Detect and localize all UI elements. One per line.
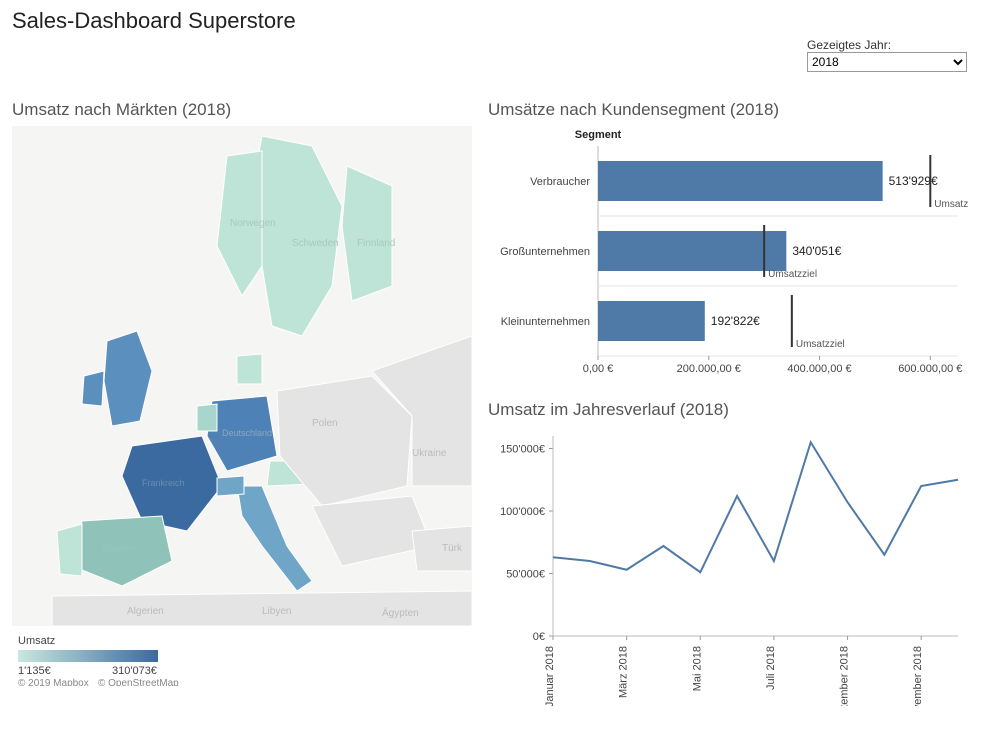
segment-target-label: Umsatzziel — [768, 269, 817, 280]
segment-x-tick: 600.000,00 € — [898, 363, 962, 375]
map-label: Polen — [312, 418, 338, 429]
page-title: Sales-Dashboard Superstore — [12, 8, 969, 34]
trend-x-tick: November 2018 — [912, 646, 924, 706]
map-country-ireland — [82, 371, 104, 406]
map-legend-max: 310'073€ — [112, 665, 157, 677]
map-chart[interactable]: Schweden Finnland Norwegen Polen Ukraine… — [12, 126, 472, 722]
map-country-finland — [342, 166, 392, 301]
trend-x-tick: Mai 2018 — [691, 646, 703, 691]
trend-y-tick: 50'000€ — [506, 569, 545, 581]
segment-row-label: Verbraucher — [530, 176, 590, 188]
map-label: Libyen — [262, 606, 291, 617]
map-legend-gradient — [18, 650, 158, 662]
segment-bar — [598, 301, 705, 341]
trend-x-tick: März 2018 — [618, 646, 630, 698]
map-label: Ägypten — [382, 607, 419, 619]
trend-x-tick: Januar 2018 — [544, 646, 556, 706]
map-label: Finnland — [357, 238, 395, 249]
trend-line — [553, 442, 958, 572]
trend-title: Umsatz im Jahresverlauf (2018) — [488, 400, 969, 420]
map-legend-min: 1'135€ — [18, 665, 51, 677]
map-label: Türk — [442, 543, 463, 554]
segment-row-label: Kleinunternehmen — [501, 316, 590, 328]
trend-x-tick: Juli 2018 — [765, 646, 777, 690]
segment-target-label: Umsatzziel — [796, 339, 845, 350]
trend-chart[interactable]: 0€ 50'000€ 100'000€ 150'000€ Januar 2018 März… — [488, 426, 968, 706]
map-country-dk — [237, 354, 262, 384]
year-filter-label: Gezeigtes Jahr: — [807, 38, 967, 52]
segment-bar — [598, 161, 883, 201]
map-label: Ukraine — [412, 448, 447, 459]
segment-title: Umsätze nach Kundensegment (2018) — [488, 100, 969, 120]
segment-x-tick: 400.000,00 € — [787, 363, 851, 375]
year-filter: Gezeigtes Jahr: 2018 — [807, 38, 967, 72]
map-country-ch — [217, 476, 244, 496]
segment-x-tick: 200.000,00 € — [677, 363, 741, 375]
segment-value-label: 340'051€ — [792, 244, 841, 258]
map-label: Frankreich — [142, 478, 185, 488]
trend-y-tick: 150'000€ — [500, 444, 545, 456]
trend-y-tick: 100'000€ — [500, 506, 545, 518]
map-attrib-osm: © OpenStreetMap — [98, 678, 179, 686]
map-legend-title: Umsatz — [18, 635, 55, 647]
segment-bar — [598, 231, 786, 271]
segment-row-label: Großunternehmen — [500, 246, 590, 258]
map-country-benelux — [197, 404, 217, 431]
year-filter-select[interactable]: 2018 — [807, 52, 967, 72]
trend-x-tick: September 2018 — [839, 646, 851, 706]
segment-chart[interactable]: SegmentVerbraucher513'929€UmsatzzielGroß… — [488, 126, 968, 386]
map-attrib-mapbox: © 2019 Mapbox — [18, 678, 89, 686]
map-country-portugal — [57, 524, 82, 576]
map-label: Algerien — [127, 606, 164, 617]
map-label: Norwegen — [230, 218, 276, 229]
segment-header: Segment — [575, 129, 622, 141]
map-label: Deutschland — [222, 428, 272, 438]
segment-value-label: 192'822€ — [711, 314, 760, 328]
map-label: Schweden — [292, 238, 339, 249]
map-label: Spanien — [102, 543, 135, 553]
map-title: Umsatz nach Märkten (2018) — [12, 100, 472, 120]
segment-x-tick: 0,00 € — [583, 363, 614, 375]
trend-y-tick: 0€ — [533, 631, 545, 643]
segment-target-label: Umsatzziel — [934, 199, 968, 210]
